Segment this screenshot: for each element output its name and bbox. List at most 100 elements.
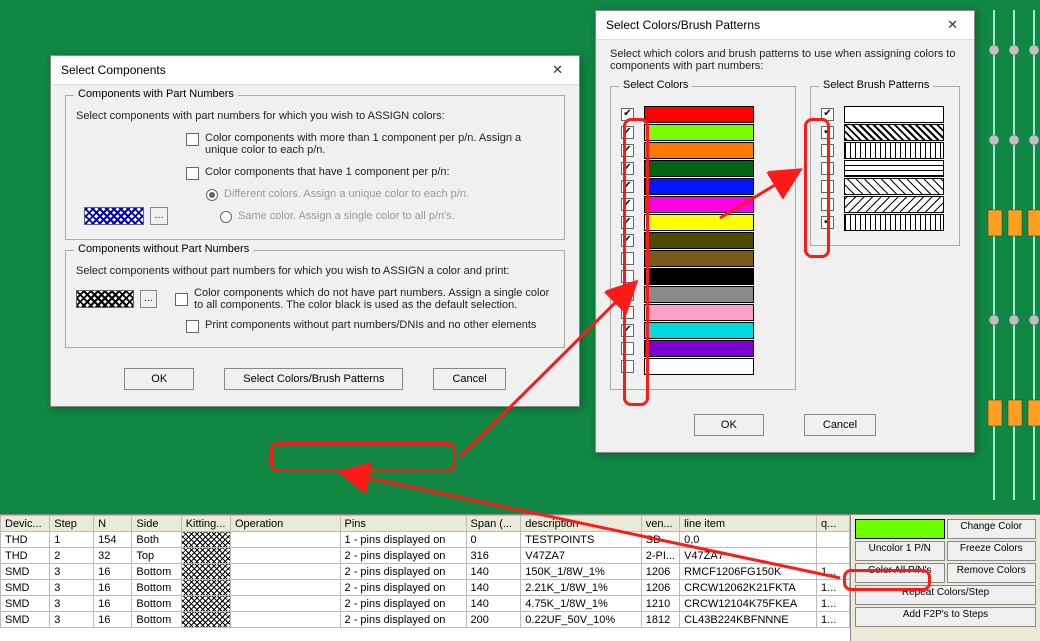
col-header[interactable]: description	[521, 516, 642, 532]
color-swatch[interactable]	[644, 196, 754, 213]
titlebar: Select Colors/Brush Patterns ✕	[596, 11, 974, 40]
radio-different-colors[interactable]	[206, 189, 218, 201]
checkbox-single-pn[interactable]	[186, 167, 199, 180]
ok-button[interactable]: OK	[694, 414, 764, 436]
close-icon[interactable]: ✕	[546, 62, 569, 78]
cancel-button[interactable]: Cancel	[804, 414, 876, 436]
pattern-checkbox[interactable]	[821, 144, 834, 157]
repeat-colors-button[interactable]: Repeat Colors/Step	[855, 585, 1036, 605]
checkbox-print-no-pn[interactable]	[186, 320, 199, 333]
color-swatch[interactable]	[644, 340, 754, 357]
pattern-swatch[interactable]	[844, 106, 944, 123]
ellipsis-button[interactable]: …	[140, 290, 157, 308]
col-header[interactable]: q...	[817, 516, 850, 532]
cell: 140	[466, 580, 521, 596]
color-swatch-button[interactable]	[84, 207, 144, 225]
color-checkbox[interactable]	[621, 306, 634, 319]
pattern-checkbox[interactable]	[821, 108, 834, 121]
color-swatch[interactable]	[644, 250, 754, 267]
color-swatch[interactable]	[644, 322, 754, 339]
col-header[interactable]: Kitting...	[181, 516, 230, 532]
freeze-colors-button[interactable]: Freeze Colors	[947, 541, 1037, 561]
cancel-button[interactable]: Cancel	[433, 368, 505, 390]
cell: 4.75K_1/8W_1%	[521, 596, 642, 612]
remove-colors-button[interactable]: Remove Colors	[947, 563, 1037, 583]
color-checkbox[interactable]	[621, 144, 634, 157]
col-header[interactable]: ven...	[641, 516, 679, 532]
table-row[interactable]: SMD316Bottom2 - pins displayed on1404.75…	[1, 596, 850, 612]
color-swatch[interactable]	[644, 106, 754, 123]
color-checkbox[interactable]	[621, 198, 634, 211]
color-swatch[interactable]	[644, 268, 754, 285]
select-components-dialog: Select Components ✕ Components with Part…	[50, 55, 580, 407]
add-f2p-button[interactable]: Add F2P's to Steps	[855, 607, 1036, 627]
color-checkbox[interactable]	[621, 288, 634, 301]
current-color-preview[interactable]	[855, 519, 945, 539]
col-header[interactable]: line item	[680, 516, 817, 532]
kitting-cell	[181, 596, 230, 612]
cell: 1206	[641, 564, 679, 580]
checkbox-no-pn[interactable]	[175, 293, 188, 306]
cell: 154	[94, 532, 132, 548]
color-swatch[interactable]	[644, 214, 754, 231]
color-swatch[interactable]	[644, 232, 754, 249]
pattern-swatch[interactable]	[844, 214, 944, 231]
color-checkbox[interactable]	[621, 324, 634, 337]
highlight-select-colors-btn	[270, 442, 456, 472]
pattern-swatch[interactable]	[844, 142, 944, 159]
pattern-checkbox[interactable]	[821, 162, 834, 175]
color-checkbox[interactable]	[621, 342, 634, 355]
close-icon[interactable]: ✕	[941, 17, 964, 33]
uncolor-pn-button[interactable]: Uncolor 1 P/N	[855, 541, 945, 561]
col-header[interactable]: N	[94, 516, 132, 532]
color-swatch[interactable]	[644, 178, 754, 195]
pattern-swatch[interactable]	[844, 196, 944, 213]
radio-same-color[interactable]	[220, 211, 232, 223]
table-row[interactable]: SMD316Bottom2 - pins displayed on1402.21…	[1, 580, 850, 596]
color-checkbox[interactable]	[621, 270, 634, 283]
color-swatch[interactable]	[644, 286, 754, 303]
col-header[interactable]: Step	[50, 516, 94, 532]
col-header[interactable]: Operation	[230, 516, 340, 532]
pattern-checkbox[interactable]	[821, 126, 834, 139]
table-row[interactable]: THD1154Both1 - pins displayed on0TESTPOI…	[1, 532, 850, 548]
ellipsis-button[interactable]: …	[150, 207, 168, 225]
color-swatch[interactable]	[644, 358, 754, 375]
color-checkbox[interactable]	[621, 162, 634, 175]
pattern-checkbox[interactable]	[821, 198, 834, 211]
pattern-swatch[interactable]	[844, 160, 944, 177]
change-color-button[interactable]: Change Color	[947, 519, 1037, 539]
color-checkbox[interactable]	[621, 360, 634, 373]
color-swatch[interactable]	[644, 160, 754, 177]
color-checkbox[interactable]	[621, 108, 634, 121]
label-single-pn: Color components that have 1 component p…	[205, 166, 450, 178]
table-row[interactable]: THD232Top2 - pins displayed on316V47ZA72…	[1, 548, 850, 564]
pattern-swatch[interactable]	[844, 178, 944, 195]
pattern-checkbox[interactable]	[821, 180, 834, 193]
cell: 2 - pins displayed on	[340, 564, 466, 580]
color-swatch[interactable]	[644, 124, 754, 141]
ok-button[interactable]: OK	[124, 368, 194, 390]
color-checkbox[interactable]	[621, 180, 634, 193]
color-swatch[interactable]	[644, 142, 754, 159]
pattern-swatch-button[interactable]	[76, 290, 134, 308]
color-checkbox[interactable]	[621, 252, 634, 265]
color-checkbox[interactable]	[621, 234, 634, 247]
checkbox-multi-pn[interactable]	[186, 133, 199, 146]
col-header[interactable]: Span (...	[466, 516, 521, 532]
cell: CL43B224KBFNNNE	[680, 612, 817, 628]
col-header[interactable]: Pins	[340, 516, 466, 532]
pattern-checkbox[interactable]	[821, 216, 834, 229]
color-checkbox[interactable]	[621, 126, 634, 139]
cell: 1812	[641, 612, 679, 628]
pattern-swatch[interactable]	[844, 124, 944, 141]
color-checkbox[interactable]	[621, 216, 634, 229]
color-swatch[interactable]	[644, 304, 754, 321]
component-grid[interactable]: Devic...StepNSideKitting...OperationPins…	[0, 515, 850, 641]
select-colors-button[interactable]: Select Colors/Brush Patterns	[224, 368, 403, 390]
table-row[interactable]: SMD316Bottom2 - pins displayed on140150K…	[1, 564, 850, 580]
table-row[interactable]: SMD316Bottom2 - pins displayed on2000.22…	[1, 612, 850, 628]
col-header[interactable]: Devic...	[1, 516, 50, 532]
color-all-pn-button[interactable]: Color All P/N's	[855, 563, 945, 583]
col-header[interactable]: Side	[132, 516, 181, 532]
